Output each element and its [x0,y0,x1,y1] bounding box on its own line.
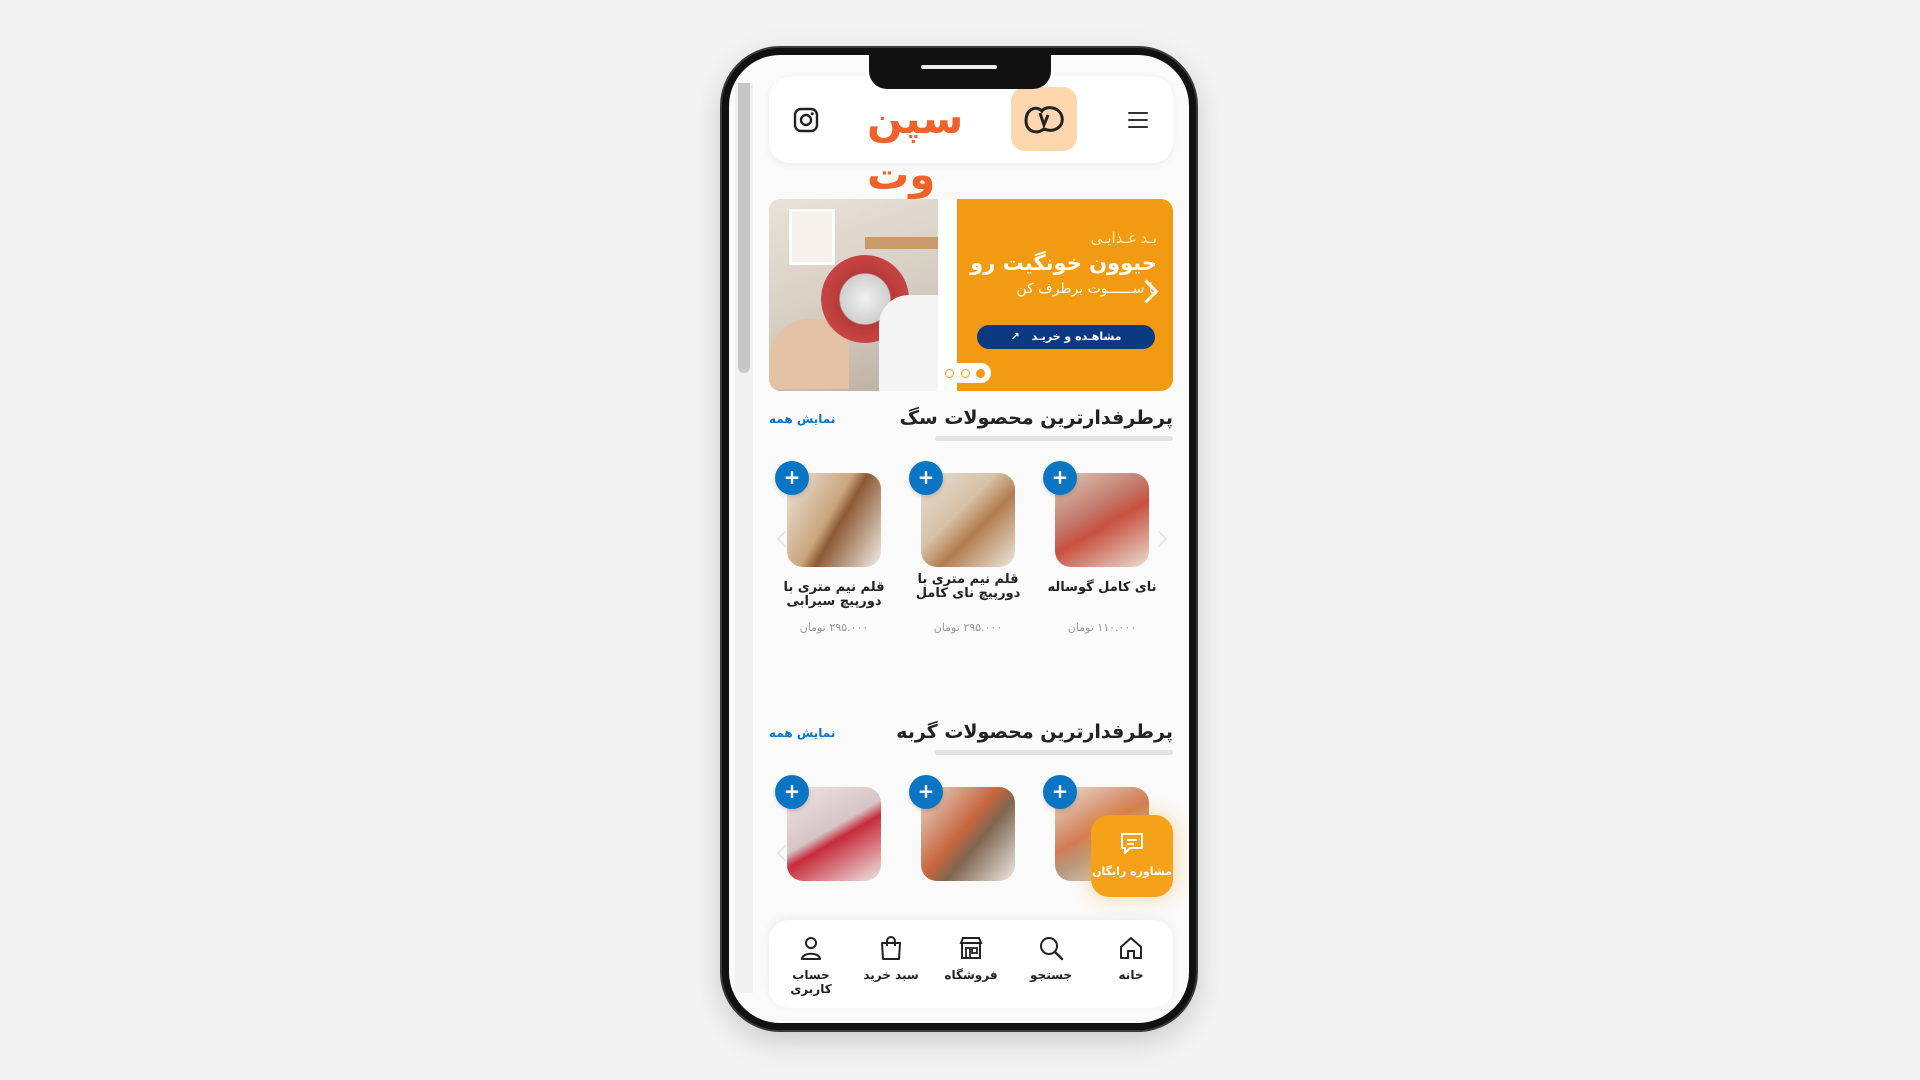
product-price: ۱۱۰.۰۰۰ تومان [1043,621,1161,634]
nav-home[interactable]: خانه [1091,934,1171,996]
free-consultation-button[interactable]: مشاوره رایگان [1091,815,1173,897]
banner-dot-3[interactable] [945,368,955,378]
nav-home-label: خانه [1118,968,1144,982]
nav-cart[interactable]: سبد خرید [851,934,931,996]
speaker-bar [921,65,997,69]
phone-notch [869,55,1051,89]
banner-cta-button[interactable]: مشاهـده و خریـد ↗ [977,325,1155,349]
banner-line-1: بـد غـذایـی [1090,229,1157,247]
product-price: ۲۹۵.۰۰۰ تومان [909,621,1027,634]
nav-search-label: جستجو [1030,968,1072,982]
nav-store[interactable]: فروشگاه [931,934,1011,996]
banner-dot-1[interactable] [975,368,985,378]
brand-name: سپن وت [867,94,964,199]
cart-icon [881,936,901,960]
product-name[interactable]: نای کامل گوساله [1043,581,1161,595]
nav-account[interactable]: حساب کاربری [771,934,851,996]
nav-store-label: فروشگاه [944,968,998,982]
price-value: ۲۹۵.۰۰۰ [963,621,1003,634]
instagram-icon[interactable] [793,107,819,133]
cat-section-underline [935,750,1173,755]
banner-text: بـد غـذایـی حیوون خونگیت رو با ســــــوت… [957,229,1157,297]
cat-section-title: پرطرفدارترین محصولات گربه [896,721,1173,743]
banner-line-2: حیوون خونگیت رو [970,251,1157,275]
price-currency: تومان [799,621,826,634]
consult-label: مشاوره رایگان [1092,865,1172,878]
add-to-cart-button[interactable]: + [775,461,809,495]
banner-cta-label: مشاهـده و خریـد [1031,330,1122,343]
add-to-cart-button[interactable]: + [909,775,943,809]
dog-show-all-link[interactable]: نمایش همه [769,412,835,426]
price-value: ۲۹۵.۰۰۰ [829,621,869,634]
home-icon [1120,937,1142,959]
scrollbar[interactable] [735,83,753,993]
search-icon [1040,937,1064,961]
nav-cart-label: سبد خرید [863,968,919,982]
banner-photo [769,199,949,391]
bottom-nav-bar: خانه جستجو فروشگاه سبد خرید حساب کاربری [769,920,1173,1008]
chat-icon [1121,833,1143,854]
store-icon [959,937,983,959]
hamburger-menu-icon[interactable] [1125,107,1151,133]
price-currency: تومان [933,621,960,634]
product-name[interactable]: قلم نیم متری با دورپیچ نای کامل [909,573,1027,601]
user-icon [801,937,821,960]
nav-search[interactable]: جستجو [1011,934,1091,996]
scroll-thumb[interactable] [738,83,750,373]
add-to-cart-button[interactable]: + [909,461,943,495]
dog-slider-next-icon[interactable] [1150,530,1168,548]
nav-account-label: حساب کاربری [790,968,832,996]
cat-show-all-link[interactable]: نمایش همه [769,726,835,740]
add-to-cart-button[interactable]: + [1043,461,1077,495]
product-name[interactable]: قلم نیم متری با دورپیچ سیرابی [775,581,893,609]
screen: سپن وت بـد غـذایـی حیوون خونگیت رو با سـ… [729,55,1189,1023]
price-currency: تومان [1067,621,1094,634]
banner-dot-2[interactable] [960,368,970,378]
banner-line-3: با ســــــوت برطرف کن [1016,281,1157,297]
brand-logo[interactable]: سپن وت [867,87,1077,199]
phone-frame: سپن وت بـد غـذایـی حیوون خونگیت رو با سـ… [722,48,1196,1030]
photo-shelf-decor [865,237,945,249]
add-to-cart-button[interactable]: + [1043,775,1077,809]
top-header: سپن وت [769,77,1173,199]
dog-section-title: پرطرفدارترین محصولات سگ [899,407,1173,429]
product-price: ۲۹۵.۰۰۰ تومان [775,621,893,634]
add-to-cart-button[interactable]: + [775,775,809,809]
price-value: ۱۱۰.۰۰۰ [1097,621,1137,634]
pet-logo-icon [1011,87,1077,151]
dog-section-underline [935,436,1173,441]
external-link-icon: ↗ [1010,330,1020,343]
promo-banner[interactable]: بـد غـذایـی حیوون خونگیت رو با ســــــوت… [769,199,1173,391]
photo-frame-decor [789,209,835,265]
banner-pagination [939,363,991,383]
